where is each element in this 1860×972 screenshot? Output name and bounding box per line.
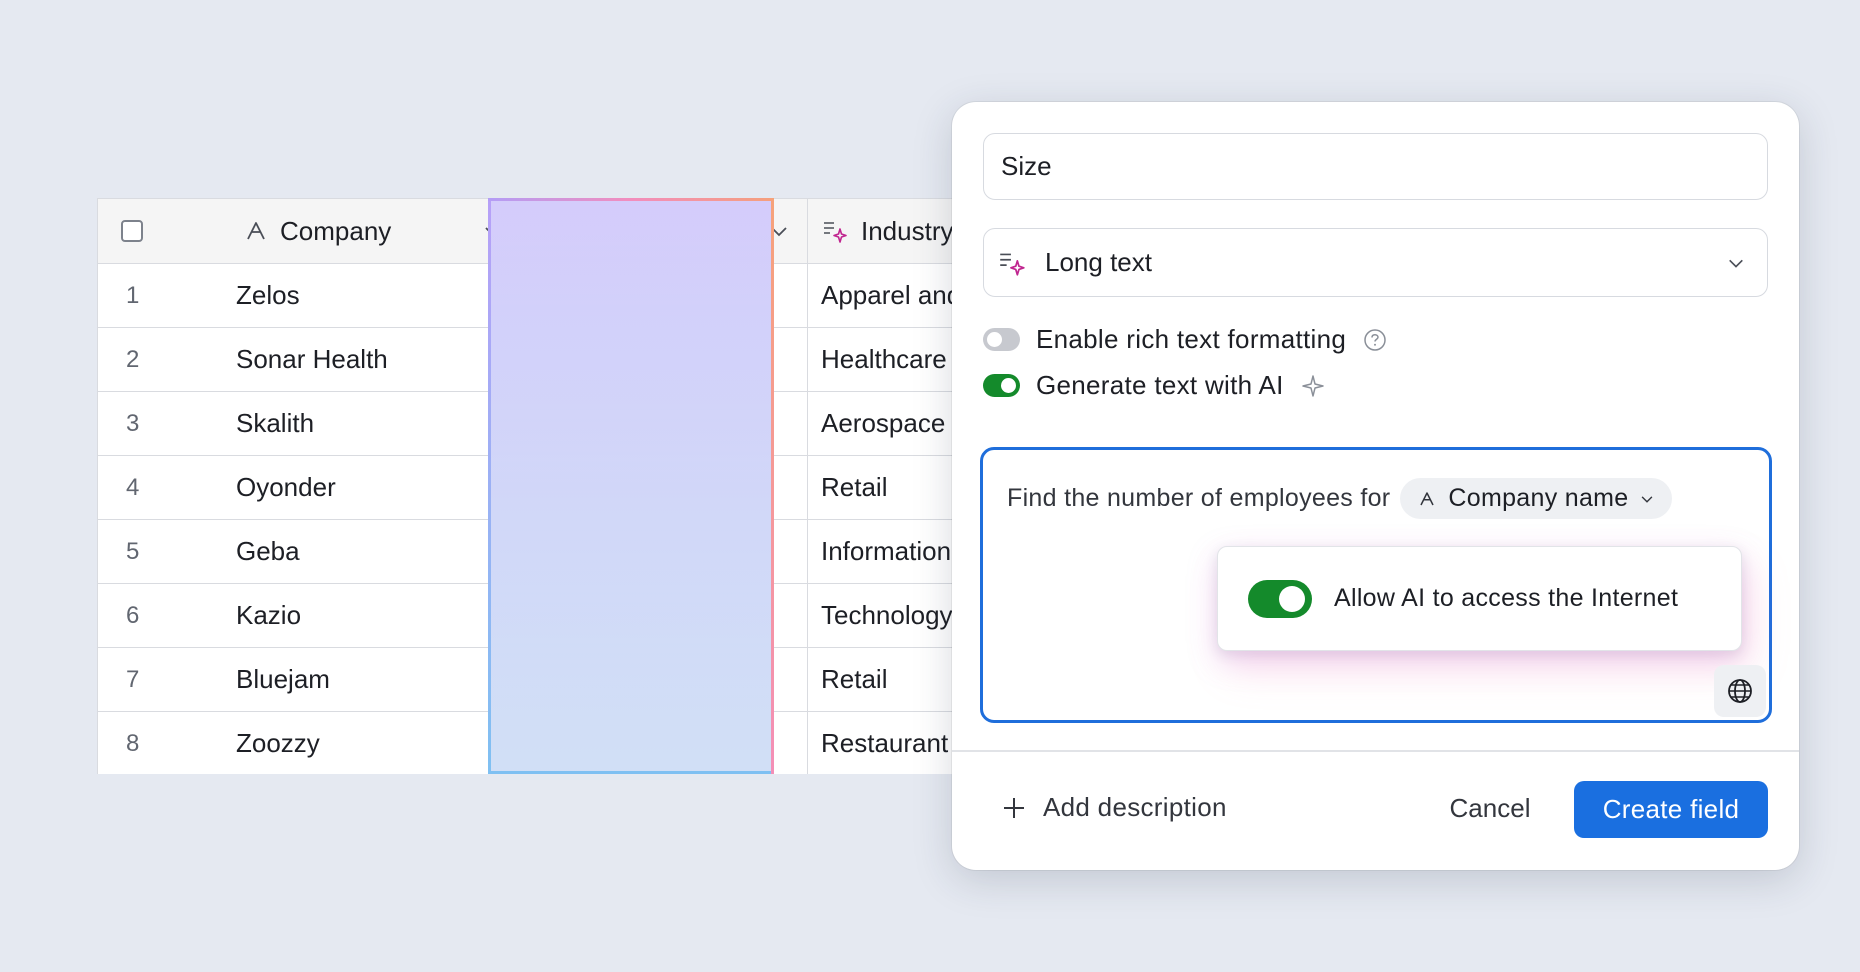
ai-long-text-icon <box>535 217 563 245</box>
internet-access-label: Allow AI to access the Internet <box>1334 584 1679 612</box>
ai-long-text-icon <box>997 248 1027 278</box>
cancel-button[interactable]: Cancel <box>1440 780 1540 836</box>
chevron-down-icon[interactable] <box>769 221 789 241</box>
create-field-button[interactable]: Create field <box>1574 781 1768 838</box>
chip-label: Company name <box>1448 484 1629 512</box>
table-row[interactable]: 5 Geba 245,000 Information Te <box>98 519 977 583</box>
size-cell[interactable]: 79,100 <box>522 264 807 327</box>
row-number: 4 <box>126 473 140 501</box>
generate-ai-row: Generate text with AI <box>983 370 1326 401</box>
chevron-down-icon[interactable] <box>1640 492 1654 506</box>
field-config-dialog: Size Long text Enable rich text formatti… <box>952 102 1799 870</box>
internet-access-button[interactable] <box>1714 665 1766 717</box>
size-cell[interactable]: 70,000 <box>522 584 807 647</box>
size-cell[interactable]: 13,000 <box>522 392 807 455</box>
size-cell[interactable]: 329,000 <box>522 648 807 711</box>
single-line-text-icon <box>244 219 268 243</box>
table-row[interactable]: 7 Bluejam 329,000 Retail <box>98 647 977 711</box>
company-cell[interactable]: Zoozzy <box>236 712 522 774</box>
chevron-down-icon[interactable] <box>483 221 503 241</box>
select-all-cell[interactable] <box>98 199 236 263</box>
row-number: 1 <box>126 281 140 309</box>
prompt-text: Find the number of employees for <box>1007 484 1391 512</box>
size-cell[interactable]: 245,000 <box>522 520 807 583</box>
field-type-label: Long text <box>1045 247 1152 277</box>
internet-access-toggle[interactable] <box>1248 579 1312 618</box>
company-cell[interactable]: Skalith <box>236 392 522 455</box>
grid-header-row: Company Size Industry <box>98 199 977 263</box>
row-number: 8 <box>126 729 140 757</box>
column-header-label: Company <box>280 215 392 246</box>
column-header-size[interactable]: Size <box>522 199 807 263</box>
row-number: 5 <box>126 537 140 565</box>
size-cell[interactable]: 120,000 <box>522 712 807 774</box>
table-row[interactable]: 1 Zelos 79,100 Apparel and F <box>98 263 977 327</box>
table-row[interactable]: 2 Sonar Health 399,000 Healthcare <box>98 327 977 391</box>
plus-icon <box>1001 795 1027 821</box>
select-all-checkbox[interactable] <box>121 220 143 242</box>
table-row[interactable]: 3 Skalith 13,000 Aerospace an <box>98 391 977 455</box>
rich-text-row: Enable rich text formatting <box>983 324 1388 355</box>
table-row[interactable]: 4 Oyonder 328,000 Retail <box>98 455 977 519</box>
column-header-company[interactable]: Company <box>236 199 522 263</box>
row-number: 2 <box>126 345 140 373</box>
ai-prompt-editor[interactable]: Find the number of employees for Company… <box>980 447 1772 723</box>
row-number: 6 <box>126 601 140 629</box>
add-description-label: Add description <box>1043 792 1227 822</box>
internet-access-popover: Allow AI to access the Internet <box>1217 546 1742 651</box>
generate-ai-label: Generate text with AI <box>1036 370 1284 400</box>
company-cell[interactable]: Geba <box>236 520 522 583</box>
data-grid: Company Size Industry 1 Zelos 79,100 App… <box>97 198 977 774</box>
generate-ai-toggle[interactable] <box>983 374 1020 397</box>
column-header-label: Size <box>575 215 626 246</box>
row-number: 7 <box>126 665 140 693</box>
sparkle-icon <box>1300 373 1326 399</box>
field-name-input[interactable]: Size <box>983 133 1768 200</box>
prompt-line: Find the number of employees for Company… <box>1007 478 1673 519</box>
company-cell[interactable]: Zelos <box>236 264 522 327</box>
footer-divider <box>952 750 1799 752</box>
add-description-button[interactable]: Add description <box>1001 792 1227 823</box>
company-cell[interactable]: Kazio <box>236 584 522 647</box>
company-cell[interactable]: Sonar Health <box>236 328 522 391</box>
company-cell[interactable]: Oyonder <box>236 456 522 519</box>
company-cell[interactable]: Bluejam <box>236 648 522 711</box>
chevron-down-icon[interactable] <box>1727 254 1745 272</box>
field-reference-chip[interactable]: Company name <box>1400 478 1673 519</box>
ai-long-text-icon <box>821 217 849 245</box>
rich-text-label: Enable rich text formatting <box>1036 324 1347 354</box>
table-row[interactable]: 6 Kazio 70,000 Technology <box>98 583 977 647</box>
field-type-select[interactable]: Long text <box>983 228 1768 297</box>
table-row[interactable]: 8 Zoozzy 120,000 Restaurant <box>98 711 977 774</box>
column-header-label: Industry <box>861 215 954 246</box>
size-cell[interactable]: 328,000 <box>522 456 807 519</box>
help-icon[interactable] <box>1362 327 1388 353</box>
globe-icon <box>1726 677 1754 705</box>
single-line-text-icon <box>1418 490 1436 508</box>
size-cell[interactable]: 399,000 <box>522 328 807 391</box>
row-number: 3 <box>126 409 140 437</box>
rich-text-toggle[interactable] <box>983 328 1020 351</box>
